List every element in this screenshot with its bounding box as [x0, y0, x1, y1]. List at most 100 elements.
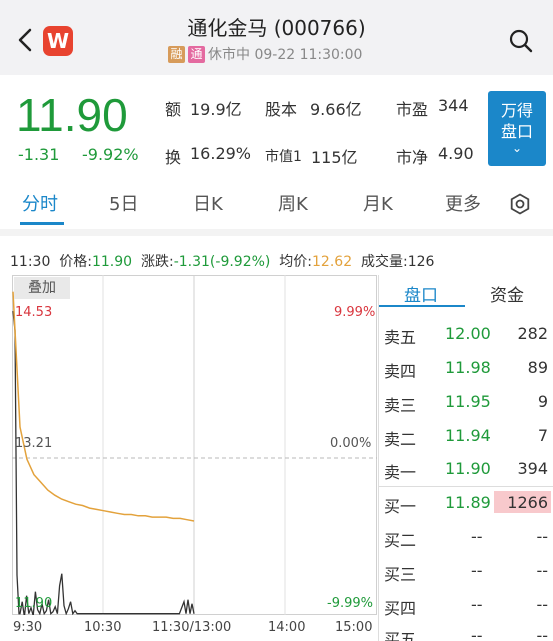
info-chg-label: 涨跌:: [140, 254, 174, 270]
pb-value: 4.90: [438, 144, 474, 163]
sell-row-2: 卖二 11.94 7: [379, 419, 553, 453]
period-tabs: 分时 5日 日K 周K 月K 更多: [0, 190, 553, 226]
buy-row-3: 买三 -- --: [379, 554, 553, 588]
tab-monthly-k[interactable]: 月K: [363, 190, 393, 216]
sell-row-1: 卖一 11.90 394: [379, 452, 553, 486]
active-tab-indicator: [20, 222, 64, 225]
tab-daily-k[interactable]: 日K: [193, 190, 223, 216]
price-change: -1.31: [18, 145, 60, 164]
time-label-1400: 14:00: [268, 620, 306, 635]
amount-value: 19.9亿: [190, 100, 242, 119]
sell-price: 11.94: [445, 426, 491, 445]
buy-row-2: 买二 -- --: [379, 520, 553, 554]
crosshair-info: 11:30 价格:11.90 涨跌:-1.31(-9.92%) 均价:12.62…: [10, 251, 434, 271]
sell-volume: 394: [517, 459, 548, 478]
buy-label: 买四: [384, 599, 417, 618]
buy-price: --: [471, 595, 483, 614]
info-time: 11:30: [10, 254, 51, 270]
buy-price: --: [471, 561, 483, 580]
buy-label: 买一: [384, 497, 417, 516]
sell-label: 卖五: [384, 328, 417, 347]
status-line: 融 通 休市中 09-22 11:30:00: [168, 44, 362, 64]
buy-price: --: [471, 626, 483, 641]
sell-volume: 7: [537, 426, 548, 445]
pe-value: 344: [438, 96, 469, 115]
tab-more[interactable]: 更多: [445, 190, 481, 216]
time-label-1500: 15:00: [335, 620, 373, 635]
info-price-label: 价格:: [59, 254, 92, 270]
intraday-chart[interactable]: [12, 275, 377, 615]
turnover-label: 换: [165, 148, 182, 167]
buy-price: 11.89: [445, 493, 491, 512]
buy-volume: --: [536, 527, 548, 546]
sell-label: 卖二: [384, 430, 417, 449]
stock-title: 通化金马 (000766): [187, 16, 366, 40]
overlay-button[interactable]: 叠加: [14, 277, 70, 299]
orderbook-tab-indicator: [379, 305, 465, 307]
pe-label: 市盈: [396, 100, 429, 119]
sell-label: 卖四: [384, 362, 417, 381]
tab-intraday[interactable]: 分时: [22, 190, 58, 216]
tab-fund-flow[interactable]: 资金: [490, 281, 524, 306]
tab-orderbook[interactable]: 盘口: [404, 281, 438, 306]
search-icon[interactable]: [508, 28, 534, 54]
sell-volume: 9: [537, 392, 548, 411]
time-label-1130: 11:30/13:00: [152, 620, 232, 635]
sell-volume: 282: [517, 324, 548, 343]
mktcap-value: 115亿: [311, 148, 358, 167]
buy-label: 买三: [384, 565, 417, 584]
sell-row-3: 卖三 11.95 9: [379, 385, 553, 419]
buy-row-4: 买四 -- --: [379, 588, 553, 622]
amount-label: 额: [165, 100, 182, 119]
time-label-1030: 10:30: [84, 620, 122, 635]
sell-price: 11.95: [445, 392, 491, 411]
connect-tag: 通: [188, 45, 205, 63]
sell-row-4: 卖四 11.98 89: [379, 351, 553, 385]
market-status: 休市中 09-22 11:30:00: [208, 47, 363, 63]
axis-top-right: 9.99%: [334, 305, 376, 320]
info-avg: 12.62: [312, 254, 353, 270]
settings-icon[interactable]: [509, 193, 531, 215]
sell-label: 卖三: [384, 396, 417, 415]
buy-volume: --: [536, 595, 548, 614]
axis-mid-right: 0.00%: [330, 436, 372, 451]
mktcap-label: 市值1: [265, 149, 302, 165]
tab-weekly-k[interactable]: 周K: [278, 190, 308, 216]
turnover-value: 16.29%: [190, 144, 252, 163]
chevron-down-icon: ⌄: [511, 141, 523, 155]
capital-value: 9.66亿: [310, 100, 362, 119]
tab-5day[interactable]: 5日: [109, 190, 138, 216]
app-header: W 通化金马 (000766) 融 通 休市中 09-22 11:30:00: [0, 0, 553, 75]
axis-bottom-left: 11.90: [15, 596, 53, 611]
buy-volume: 1266: [507, 493, 548, 512]
sell-volume: 89: [527, 358, 548, 377]
axis-bottom-right: -9.99%: [327, 596, 373, 611]
wande-line2: 盘口: [500, 122, 533, 141]
buy-row-5: 买五 -- --: [379, 619, 553, 641]
axis-mid-left: 13.21: [15, 436, 53, 451]
orderbook-tabs: 盘口 资金: [379, 275, 553, 307]
sell-price: 11.98: [445, 358, 491, 377]
time-label-0930: 9:30: [13, 620, 43, 635]
pb-label: 市净: [396, 148, 429, 167]
axis-top-left: 14.53: [15, 305, 53, 320]
buy-label: 买五: [384, 630, 417, 641]
info-avg-label: 均价:: [279, 254, 313, 270]
sell-price: 12.00: [445, 324, 491, 343]
sell-price: 11.90: [445, 459, 491, 478]
info-chg: -1.31(-9.92%): [173, 254, 271, 270]
info-vol: 126: [407, 254, 435, 270]
buy-volume: --: [536, 626, 548, 641]
sell-row-5: 卖五 12.00 282: [379, 317, 553, 351]
last-price: 11.90: [16, 89, 128, 141]
wande-orderbook-button[interactable]: 万得 盘口 ⌄: [488, 91, 546, 166]
price-change-pct: -9.92%: [82, 145, 139, 164]
buy-price: --: [471, 527, 483, 546]
sell-label: 卖一: [384, 463, 417, 482]
buy-label: 买二: [384, 531, 417, 550]
section-divider: [0, 229, 553, 236]
info-price: 11.90: [91, 254, 133, 270]
margin-tag: 融: [168, 45, 185, 63]
capital-label: 股本: [265, 100, 298, 119]
info-vol-label: 成交量:: [361, 254, 408, 270]
